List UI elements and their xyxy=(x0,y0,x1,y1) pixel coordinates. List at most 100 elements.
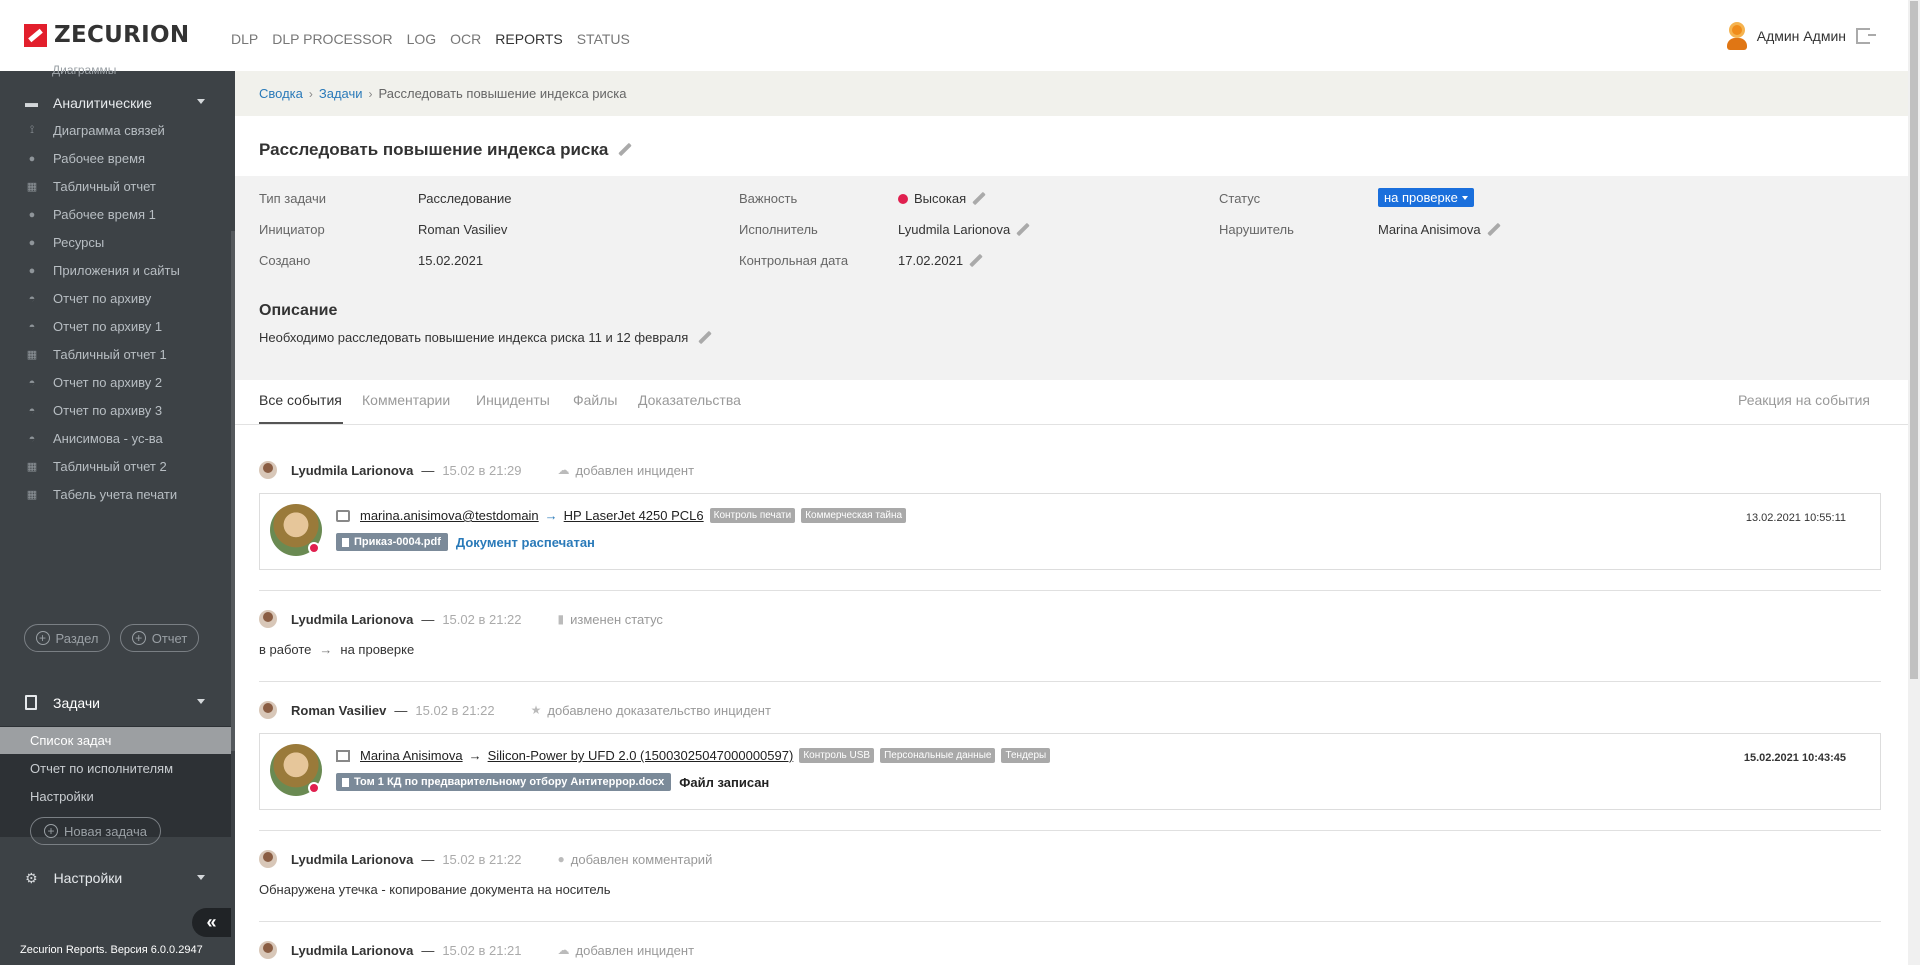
status-dropdown[interactable]: на проверке xyxy=(1378,188,1474,207)
status-value: на проверке xyxy=(1384,190,1458,205)
event-header: Lyudmila Larionova — 15.02 в 21:29 ☁ доба… xyxy=(259,461,694,479)
tab-incidents[interactable]: Инциденты xyxy=(476,392,550,408)
logout-icon[interactable] xyxy=(1856,28,1876,44)
sidebar-item-label: Отчет по архиву 2 xyxy=(53,375,163,390)
incident-source[interactable]: Marina Anisimova xyxy=(360,748,463,763)
arrow-right-icon: → xyxy=(544,508,558,523)
sidebar-item-label: Ресурсы xyxy=(53,235,105,250)
event-author[interactable]: Lyudmila Larionova xyxy=(291,463,413,478)
status-field: на проверке xyxy=(1378,188,1474,207)
incident-card[interactable]: marina.anisimova@testdomain → HP LaserJe… xyxy=(259,493,1881,570)
edit-priority-icon[interactable] xyxy=(972,192,986,206)
sidebar: Диаграммы ▬ Аналитические ⟟ Диаграмма свя… xyxy=(0,63,235,965)
tab-all-events[interactable]: Все события xyxy=(259,392,342,408)
incident-result: Том 1 КД по предварительному отбору Анти… xyxy=(336,773,769,791)
incident-target[interactable]: HP LaserJet 4250 PCL6 xyxy=(564,508,704,523)
avatar xyxy=(259,461,277,479)
breadcrumb-root[interactable]: Сводка xyxy=(259,86,303,101)
file-chip[interactable]: Том 1 КД по предварительному отбору Анти… xyxy=(336,773,672,791)
event-dash: — xyxy=(394,702,408,718)
sidebar-group-label: Настройки xyxy=(53,870,123,886)
breadcrumb-parent[interactable]: Задачи xyxy=(319,86,363,101)
add-report-button[interactable]: + Отчет xyxy=(120,624,199,652)
sidebar-item-cut[interactable]: Диаграммы xyxy=(52,63,116,77)
tab-files[interactable]: Файлы xyxy=(573,392,617,408)
avatar xyxy=(259,850,277,868)
plus-icon: + xyxy=(35,631,50,645)
incident-target[interactable]: Silicon-Power by UFD 2.0 (15003025047000… xyxy=(488,748,794,763)
description-text: Необходимо расследовать повышение индекс… xyxy=(259,330,689,345)
page-scrollbar[interactable] xyxy=(1908,0,1920,965)
breadcrumb: Сводка › Задачи › Расследовать повышение… xyxy=(235,71,1908,116)
sidebar-item-label: Табличный отчет xyxy=(53,179,156,194)
collapse-sidebar-button[interactable]: « xyxy=(192,908,231,937)
table-icon: ▦ xyxy=(26,349,38,361)
tab-evidence[interactable]: Доказательства xyxy=(638,392,741,408)
chevron-down-icon xyxy=(197,699,205,704)
sidebar-item-print-sheet[interactable]: ▦ Табель учета печати xyxy=(0,477,231,512)
add-report-label: Отчет xyxy=(151,630,188,646)
incident-date: 15.02.2021 10:43:45 xyxy=(1743,752,1846,764)
top-bar: ZECURION DLP DLP PROCESSOR LOG OCR REPOR… xyxy=(0,0,1920,71)
policy-tag: Контроль USB xyxy=(799,748,875,763)
add-section-button[interactable]: + Раздел xyxy=(24,624,110,652)
nav-status[interactable]: STATUS xyxy=(577,31,630,47)
archive-icon: ◓ xyxy=(28,292,36,305)
incident-source[interactable]: marina.anisimova@testdomain xyxy=(360,508,539,523)
page-title: Расследовать повышение индекса риска xyxy=(259,140,609,159)
status-to: на проверке xyxy=(340,642,415,657)
nav-dlp-processor[interactable]: DLP PROCESSOR xyxy=(272,31,392,47)
avatar xyxy=(270,744,322,796)
file-chip[interactable]: Приказ-0004.pdf xyxy=(336,533,448,551)
comment-icon: ● xyxy=(557,852,565,866)
sidebar-item-task-list[interactable]: Список задач xyxy=(0,727,231,754)
nav-log[interactable]: LOG xyxy=(407,31,437,47)
priority-field: Высокая xyxy=(898,191,986,206)
graph-icon: ⟟ xyxy=(29,124,35,136)
new-task-button[interactable]: + Новая задача xyxy=(30,817,161,845)
edit-description-icon[interactable] xyxy=(698,331,712,345)
chevron-right-icon: › xyxy=(308,86,313,101)
nav-reports[interactable]: REPORTS xyxy=(495,31,562,47)
description-row: Необходимо расследовать повышение индекс… xyxy=(259,330,712,345)
tab-comments[interactable]: Комментарии xyxy=(362,392,450,408)
usb-device-icon xyxy=(336,749,350,762)
archive-icon: ◓ xyxy=(28,320,36,333)
event-author[interactable]: Lyudmila Larionova xyxy=(291,852,413,867)
incident-card[interactable]: Marina Anisimova → Silicon-Power by UFD … xyxy=(259,733,1881,810)
task-title-row: Расследовать повышение индекса риска xyxy=(259,140,632,160)
logo[interactable]: ZECURION xyxy=(24,22,189,48)
scrollbar-thumb[interactable] xyxy=(1910,1,1918,679)
user-name[interactable]: Админ Админ xyxy=(1757,28,1846,44)
grid-icon: ▦ xyxy=(26,489,38,501)
edit-assignee-icon[interactable] xyxy=(1016,223,1030,237)
event-action-label: добавлено доказательство инцидент xyxy=(547,702,771,718)
nav-ocr[interactable]: OCR xyxy=(450,31,481,47)
chevron-right-icon: › xyxy=(368,86,373,101)
tab-event-reactions[interactable]: Реакция на события xyxy=(1738,392,1870,408)
edit-deadline-icon[interactable] xyxy=(969,254,983,268)
signal-icon: ▮ xyxy=(557,612,565,626)
sidebar-group-label: Аналитические xyxy=(53,94,152,111)
incident-icon: ☁ xyxy=(557,943,570,957)
initiator-value: Roman Vasiliev xyxy=(418,222,508,237)
event-author[interactable]: Lyudmila Larionova xyxy=(291,943,413,958)
violator-field: Marina Anisimova xyxy=(1378,222,1501,237)
document-icon xyxy=(25,695,37,710)
logo-mark-icon xyxy=(24,23,47,47)
assignee-field: Lyudmila Larionova xyxy=(898,222,1030,237)
edit-violator-icon[interactable] xyxy=(1487,223,1501,237)
event-author[interactable]: Roman Vasiliev xyxy=(291,703,386,718)
nav-dlp[interactable]: DLP xyxy=(231,31,258,47)
sidebar-item-label: Отчет по архиву 3 xyxy=(53,403,163,418)
edit-title-icon[interactable] xyxy=(618,143,632,157)
sidebar-item-task-settings[interactable]: Настройки xyxy=(0,783,231,810)
sidebar-group-tasks[interactable]: Задачи xyxy=(0,679,231,726)
incident-route: Marina Anisimova → Silicon-Power by UFD … xyxy=(336,748,1051,763)
sidebar-group-settings[interactable]: ⚙ Настройки xyxy=(0,858,231,898)
file-name: Том 1 КД по предварительному отбору Анти… xyxy=(354,776,665,788)
policy-tag: Коммерческая тайна xyxy=(801,508,907,523)
user-avatar-icon[interactable] xyxy=(1726,22,1747,50)
sidebar-item-assignee-report[interactable]: Отчет по исполнителям xyxy=(0,755,231,782)
event-author[interactable]: Lyudmila Larionova xyxy=(291,612,413,627)
